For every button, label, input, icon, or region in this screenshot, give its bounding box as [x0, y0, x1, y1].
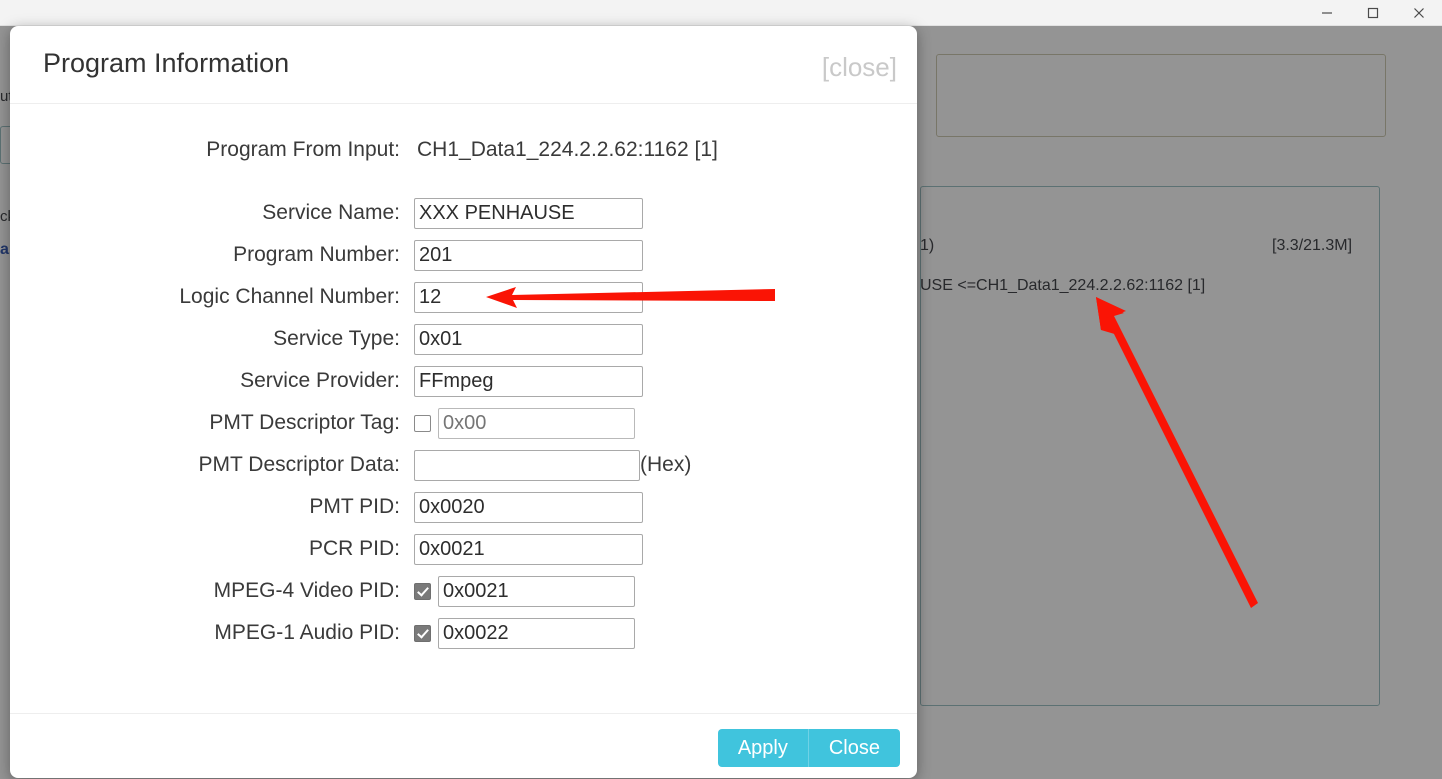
- field-logic-channel-number: [408, 281, 643, 313]
- field-mpeg1-audio-pid: [408, 617, 635, 649]
- dialog-header: Program Information [close]: [10, 26, 917, 104]
- label-pmt-descriptor-data: PMT Descriptor Data:: [198, 453, 401, 476]
- row-service-provider: Service Provider:: [10, 360, 917, 402]
- service-type-input[interactable]: [414, 323, 643, 355]
- pcr-pid-input[interactable]: [414, 533, 643, 565]
- row-mpeg4-video-pid: MPEG-4 Video PID:: [10, 570, 917, 612]
- program-number-input[interactable]: [414, 239, 643, 271]
- mpeg1-audio-pid-checkbox[interactable]: [414, 624, 431, 642]
- row-service-name: Service Name:: [10, 192, 917, 234]
- row-pmt-descriptor-data: PMT Descriptor Data: (Hex): [10, 444, 917, 486]
- field-pmt-pid: [408, 491, 643, 523]
- field-service-provider: [408, 365, 643, 397]
- dialog-body: Program From Input: CH1_Data1_224.2.2.62…: [10, 104, 917, 714]
- dialog-footer: Apply Close: [10, 714, 917, 776]
- mpeg4-video-pid-checkbox[interactable]: [414, 582, 431, 600]
- label-pmt-pid: PMT PID:: [309, 495, 400, 518]
- field-pmt-descriptor-tag: [408, 407, 635, 439]
- service-name-input[interactable]: [414, 197, 643, 229]
- field-service-name: [408, 197, 643, 229]
- label-service-type: Service Type:: [273, 327, 400, 350]
- window-controls: [1304, 0, 1442, 26]
- apply-button[interactable]: Apply: [717, 729, 808, 767]
- logic-channel-number-input[interactable]: [414, 281, 643, 313]
- row-logic-channel-number: Logic Channel Number:: [10, 276, 917, 318]
- pmt-descriptor-data-input[interactable]: [414, 449, 640, 481]
- row-mpeg1-audio-pid: MPEG-1 Audio PID:: [10, 612, 917, 654]
- dialog-button-group: Apply Close: [717, 729, 900, 767]
- field-program-number: [408, 239, 643, 271]
- pmt-descriptor-tag-input[interactable]: [438, 407, 635, 439]
- label-pmt-descriptor-tag: PMT Descriptor Tag:: [209, 411, 400, 434]
- pmt-pid-input[interactable]: [414, 491, 643, 523]
- field-pcr-pid: [408, 533, 643, 565]
- row-program-number: Program Number:: [10, 234, 917, 276]
- maximize-icon: [1367, 7, 1379, 19]
- dialog-close-link[interactable]: [close]: [822, 52, 897, 83]
- pmt-descriptor-tag-checkbox[interactable]: [414, 414, 431, 432]
- row-pmt-descriptor-tag: PMT Descriptor Tag:: [10, 402, 917, 444]
- label-program-number: Program Number:: [233, 243, 400, 266]
- mpeg1-audio-pid-input[interactable]: [438, 617, 635, 649]
- row-pmt-pid: PMT PID:: [10, 486, 917, 528]
- field-mpeg4-video-pid: [408, 575, 635, 607]
- mpeg4-video-pid-input[interactable]: [438, 575, 635, 607]
- minimize-button[interactable]: [1304, 0, 1350, 26]
- pmt-descriptor-data-suffix: (Hex): [640, 453, 692, 476]
- close-button-footer[interactable]: Close: [807, 729, 900, 767]
- field-service-type: [408, 323, 643, 355]
- row-service-type: Service Type:: [10, 318, 917, 360]
- value-program-from-input: CH1_Data1_224.2.2.62:1162 [1]: [417, 138, 718, 161]
- label-service-provider: Service Provider:: [240, 369, 400, 392]
- label-program-from-input: Program From Input:: [206, 138, 400, 161]
- label-service-name: Service Name:: [262, 201, 400, 224]
- minimize-icon: [1321, 7, 1333, 19]
- dialog-title: Program Information: [43, 48, 290, 78]
- row-pcr-pid: PCR PID:: [10, 528, 917, 570]
- label-mpeg1-audio-pid: MPEG-1 Audio PID:: [214, 621, 400, 644]
- close-button[interactable]: [1396, 0, 1442, 26]
- row-program-from-input: Program From Input: CH1_Data1_224.2.2.62…: [10, 129, 917, 171]
- close-icon: [1413, 7, 1425, 19]
- program-information-dialog: Program Information [close] Program From…: [10, 26, 917, 778]
- service-provider-input[interactable]: [414, 365, 643, 397]
- label-pcr-pid: PCR PID:: [308, 537, 400, 560]
- maximize-button[interactable]: [1350, 0, 1396, 26]
- label-logic-channel-number: Logic Channel Number:: [179, 285, 400, 308]
- label-mpeg4-video-pid: MPEG-4 Video PID:: [213, 579, 400, 602]
- window-title-bar: [0, 0, 1442, 26]
- field-pmt-descriptor-data: (Hex): [408, 449, 692, 481]
